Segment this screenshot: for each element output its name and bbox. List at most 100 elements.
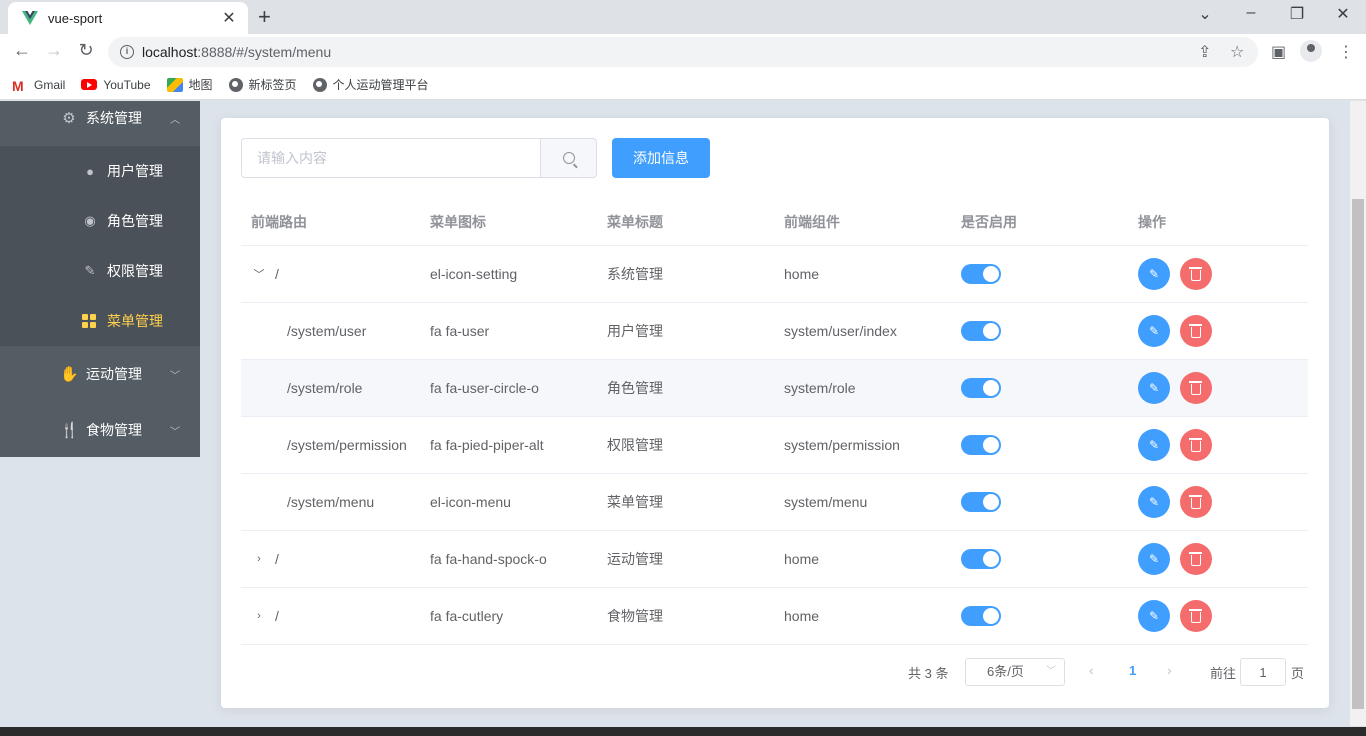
edit-icon: ✎ — [1148, 495, 1160, 509]
enabled-switch[interactable] — [961, 321, 1001, 341]
app-area: ⚙ 系统管理 ︿ ● 用户管理 ◉ 角色管理 ✎ 权限管理 菜单管理 ✋ 运动管… — [0, 101, 1366, 736]
table-row: › / fa fa-hand-spock-o 运动管理 home ✎ — [241, 531, 1308, 588]
cell-component: home — [784, 608, 820, 624]
edit-icon: ✎ — [1148, 267, 1160, 281]
delete-button[interactable] — [1180, 543, 1212, 575]
edit-icon: ✎ — [1148, 324, 1160, 338]
search-button[interactable] — [540, 138, 597, 178]
cell-component: system/user/index — [784, 323, 897, 339]
sidebar-item-menus[interactable]: 菜单管理 — [0, 296, 200, 346]
next-page-icon[interactable]: › — [1167, 662, 1172, 678]
page-size-select[interactable]: 6条/页 ﹀ — [965, 658, 1065, 686]
reload-icon[interactable]: ↻ — [74, 40, 98, 61]
browser-tab[interactable]: vue-sport ✕ — [8, 2, 248, 34]
cell-actions: ✎ — [1128, 429, 1308, 461]
delete-button[interactable] — [1180, 258, 1212, 290]
menu-food[interactable]: 🍴 食物管理 ﹀ — [0, 402, 200, 458]
delete-button[interactable] — [1180, 429, 1212, 461]
cell-enabled — [951, 435, 1128, 455]
menu-sport[interactable]: ✋ 运动管理 ﹀ — [0, 346, 200, 402]
edit-button[interactable]: ✎ — [1138, 486, 1170, 518]
chevron-right-icon[interactable]: › — [251, 610, 267, 622]
cell-component: home — [784, 266, 820, 282]
cell-route: /system/role — [241, 380, 420, 396]
chevron-right-icon[interactable]: › — [251, 553, 267, 565]
search-group — [241, 138, 597, 178]
cell-route: › / — [241, 608, 420, 624]
cutlery-icon: 🍴 — [60, 422, 79, 439]
new-tab-icon[interactable]: + — [258, 4, 271, 30]
menu-dots-icon[interactable]: ⋮ — [1338, 42, 1354, 62]
route-text: /system/user — [287, 323, 367, 339]
cell-route: › / — [241, 551, 420, 567]
table-row: ﹀ / el-icon-setting 系统管理 home ✎ — [241, 246, 1308, 303]
forward-icon[interactable]: → — [42, 40, 66, 61]
delete-button[interactable] — [1180, 315, 1212, 347]
profile-avatar-icon[interactable] — [1300, 40, 1322, 62]
edit-button[interactable]: ✎ — [1138, 543, 1170, 575]
cell-icon: fa fa-hand-spock-o — [430, 551, 547, 567]
cell-actions: ✎ — [1128, 258, 1308, 290]
bookmark-star-icon[interactable]: ☆ — [1230, 42, 1244, 62]
bookmark-platform[interactable]: 个人运动管理平台 — [312, 76, 429, 93]
trash-icon — [1189, 609, 1202, 623]
delete-button[interactable] — [1180, 600, 1212, 632]
sidebar-item-label: 权限管理 — [107, 263, 163, 279]
content-card: 添加信息 前端路由 菜单图标 菜单标题 前端组件 是否启用 操作 ﹀ / el-i… — [221, 118, 1329, 708]
enabled-switch[interactable] — [961, 549, 1001, 569]
hand-spock-icon: ✋ — [60, 366, 79, 383]
tab-search-icon[interactable]: ⌄ — [1193, 4, 1217, 24]
add-info-button[interactable]: 添加信息 — [612, 138, 710, 178]
chevron-down-icon: ﹀ — [170, 370, 180, 382]
side-panel-icon[interactable]: ▣ — [1271, 42, 1286, 62]
goto-suffix: 页 — [1291, 666, 1305, 681]
search-input[interactable] — [241, 138, 540, 178]
url-text: localhost:8888/#/system/menu — [142, 44, 332, 60]
route-text: / — [275, 608, 279, 624]
browser-toolbar: ← → ↻ i localhost:8888/#/system/menu ⇪ ☆… — [0, 34, 1366, 70]
goto-page-input[interactable] — [1240, 658, 1286, 686]
sidebar-item-roles[interactable]: ◉ 角色管理 — [0, 196, 200, 246]
edit-button[interactable]: ✎ — [1138, 258, 1170, 290]
info-icon[interactable]: i — [120, 45, 134, 59]
sidebar-item-permissions[interactable]: ✎ 权限管理 — [0, 246, 200, 296]
delete-button[interactable] — [1180, 372, 1212, 404]
cell-route: /system/permission — [241, 437, 420, 453]
back-icon[interactable]: ← — [10, 40, 34, 61]
edit-button[interactable]: ✎ — [1138, 429, 1170, 461]
sidebar-item-label: 菜单管理 — [107, 313, 163, 329]
cell-actions: ✎ — [1128, 315, 1308, 347]
sidebar-item-users[interactable]: ● 用户管理 — [0, 146, 200, 196]
address-bar[interactable]: i localhost:8888/#/system/menu ⇪ ☆ — [108, 37, 1258, 67]
enabled-switch[interactable] — [961, 378, 1001, 398]
page-number-current[interactable]: 1 — [1129, 663, 1136, 678]
cell-enabled — [951, 321, 1128, 341]
delete-button[interactable] — [1180, 486, 1212, 518]
table-header: 前端路由 菜单图标 菜单标题 前端组件 是否启用 操作 — [241, 198, 1308, 246]
enabled-switch[interactable] — [961, 492, 1001, 512]
edit-button[interactable]: ✎ — [1138, 372, 1170, 404]
user-icon: ● — [86, 163, 94, 179]
page-scrollbar[interactable] — [1350, 101, 1366, 726]
enabled-switch[interactable] — [961, 435, 1001, 455]
bookmark-newtab[interactable]: 新标签页 — [228, 76, 297, 93]
window-close-icon[interactable]: ✕ — [1331, 4, 1355, 24]
route-text: / — [275, 266, 279, 282]
chevron-down-icon[interactable]: ﹀ — [251, 266, 267, 282]
user-circle-icon: ◉ — [84, 213, 96, 228]
menu-system[interactable]: ⚙ 系统管理 ︿ — [0, 90, 200, 146]
edit-button[interactable]: ✎ — [1138, 600, 1170, 632]
cell-route: /system/menu — [241, 494, 420, 510]
enabled-switch[interactable] — [961, 264, 1001, 284]
maximize-icon[interactable]: ❐ — [1285, 4, 1309, 24]
share-icon[interactable]: ⇪ — [1198, 42, 1211, 62]
scroll-thumb[interactable] — [1352, 199, 1364, 709]
tab-close-icon[interactable]: ✕ — [220, 8, 238, 28]
cell-icon: fa fa-cutlery — [430, 608, 504, 624]
edit-button[interactable]: ✎ — [1138, 315, 1170, 347]
cell-icon: el-icon-menu — [430, 494, 511, 510]
enabled-switch[interactable] — [961, 606, 1001, 626]
prev-page-icon[interactable]: ‹ — [1089, 662, 1094, 678]
minimize-icon[interactable]: – — [1239, 4, 1263, 22]
table-row: /system/menu el-icon-menu 菜单管理 system/me… — [241, 474, 1308, 531]
